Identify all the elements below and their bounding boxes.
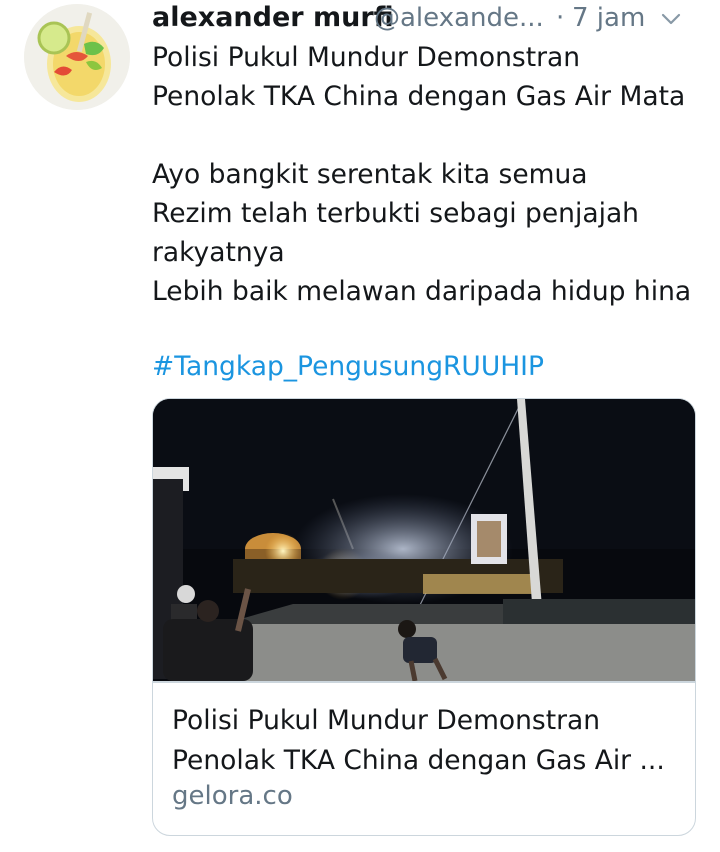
card-domain: gelora.co [172,781,293,811]
header-separator: · [556,3,565,33]
author-handle[interactable]: @alexande... [374,3,544,33]
tweet-text-line: Penolak TKA China dengan Gas Air Mata [152,81,686,112]
night-protest-photo-icon [153,399,695,681]
tweet-text-line: Ayo bangkit serentak kita semua [152,159,588,190]
card-title[interactable]: Polisi Pukul Mundur Demonstran Penolak T… [172,701,682,781]
fruit-drink-avatar-icon [24,4,130,110]
tweet-timestamp[interactable]: 7 jam [572,3,645,33]
chevron-down-icon[interactable] [658,6,684,32]
link-preview-card[interactable]: Polisi Pukul Mundur Demonstran Penolak T… [152,398,696,836]
author-display-name[interactable]: alexander murfi [152,2,394,33]
tweet-text-line: rakyatnya [152,237,285,268]
card-title-line: Polisi Pukul Mundur Demonstran [172,705,601,736]
hashtag-link[interactable]: #Tangkap_PengusungRUUHIP [152,347,544,386]
tweet-text-line: Polisi Pukul Mundur Demonstran [152,42,581,73]
tweet-text-line: Lebih baik melawan daripada hidup hina [152,276,692,307]
tweet-header: alexander murfi @alexande... · 7 jam [152,0,702,36]
card-image[interactable] [153,399,695,681]
tweet-text: Polisi Pukul Mundur Demonstran Penolak T… [152,38,707,311]
avatar[interactable] [24,4,130,110]
card-divider [153,681,695,683]
tweet-text-line: Rezim telah terbukti sebagi penjajah [152,198,639,229]
card-title-line: Penolak TKA China dengan Gas Air ... [172,745,665,776]
